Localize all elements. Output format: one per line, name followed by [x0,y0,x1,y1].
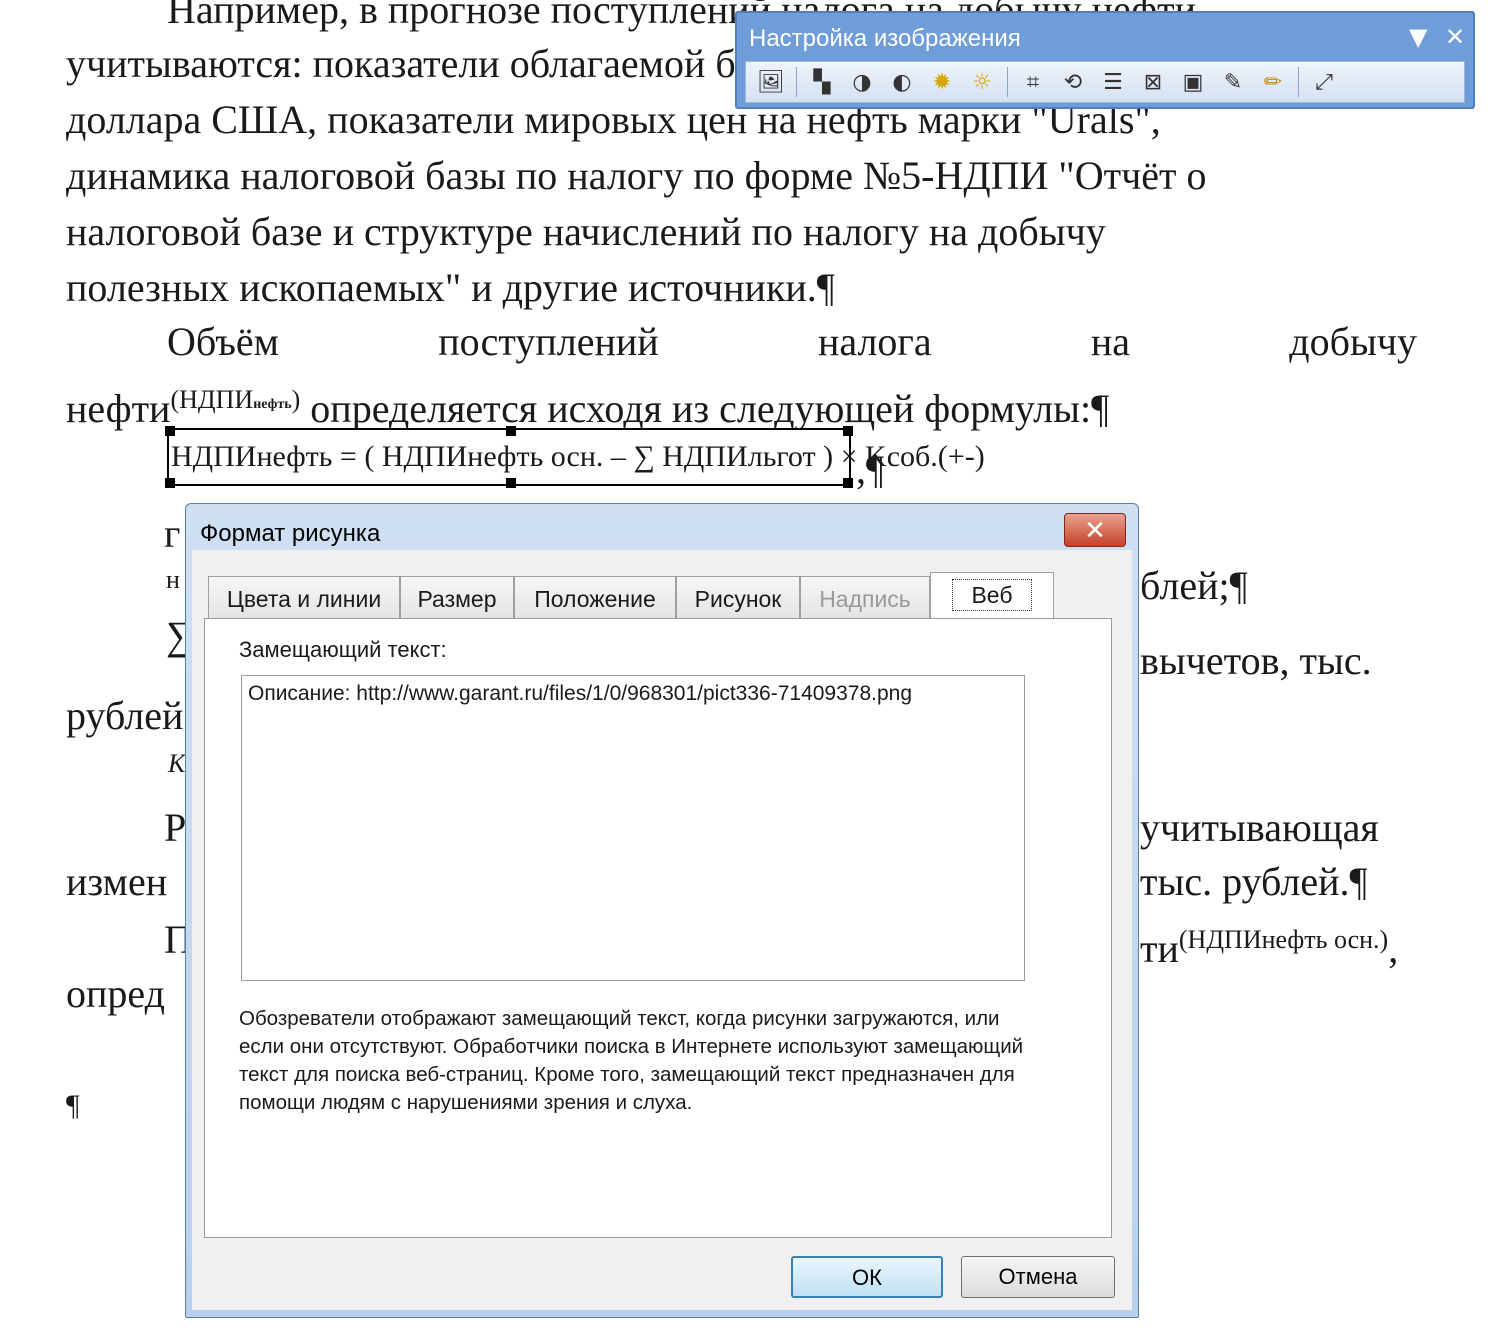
toolbar-options-icon[interactable]: ▼ [1409,23,1427,51]
text-run: , [1388,926,1399,971]
formula-trailing-text: ,¶ [856,447,885,492]
formula-paren: ) [291,385,301,414]
doc-line-6: полезных ископаемых" и другие источники.… [66,265,835,310]
picture-toolbar[interactable]: Настройка изображения ▼ ✕ 🖼 ▚ ◑ ◐ ✹ ☼ ⌗ … [735,11,1475,109]
tab-picture[interactable]: Рисунок [676,576,800,620]
text-run: ти [1140,926,1179,971]
crop-icon[interactable]: ⌗ [1016,65,1050,99]
tab-text-box: Надпись [800,576,930,620]
formula-text: (НДПИ [170,385,254,414]
word: поступлений [438,319,659,364]
less-contrast-icon[interactable]: ◐ [885,65,919,99]
alt-text-field[interactable]: Описание: http://www.garant.ru/files/1/0… [241,675,1025,981]
dialog-title: Формат рисунка [200,520,381,547]
resize-handle[interactable] [843,478,853,488]
doc-line-5: налоговой базе и структуре начислений по… [66,209,1106,254]
text-run: нефти [66,386,171,431]
format-picture-dialog[interactable]: Формат рисунка ✕ Цвета и линии Размер По… [185,503,1139,1318]
format-picture-icon[interactable]: ✎ [1216,65,1250,99]
word: добычу [1289,319,1417,364]
doc-fragment: н [166,565,180,594]
toolbar-close-icon[interactable]: ✕ [1445,23,1465,51]
less-brightness-icon[interactable]: ☼ [965,65,999,99]
word: Объём [167,319,279,364]
toolbar-title: Настройка изображения [749,25,1021,52]
doc-fragment: тыс. рублей.¶ [1140,859,1368,904]
doc-fragment: ти(НДПИнефть осн.), [1140,916,1398,973]
text-run: определяется исходя из следующей формулы… [310,386,1110,431]
more-brightness-icon[interactable]: ✹ [925,65,959,99]
resize-handle[interactable] [506,478,516,488]
doc-fragment: блей;¶ [1140,563,1248,608]
doc-fragment: K [168,749,186,778]
selected-formula-image[interactable]: НДПИнефть = ( НДПИнефть осн. – ∑ НДПИльг… [165,426,985,488]
inline-formula: (НДПИнефть) [170,385,300,414]
more-contrast-icon[interactable]: ◑ [845,65,879,99]
doc-fragment: рублей [66,693,184,738]
reset-picture-icon[interactable]: ⤢ [1307,65,1341,99]
doc-fragment: г [164,511,181,556]
close-icon[interactable]: ✕ [1064,513,1126,547]
inline-formula: (НДПИнефть осн.) [1178,925,1389,954]
tab-web[interactable]: Веб [930,572,1054,620]
tab-colors-lines[interactable]: Цвета и линии [208,576,400,620]
tab-web-label: Веб [952,579,1032,611]
web-tab-panel: Замещающий текст: Описание: http://www.g… [204,618,1112,1238]
tab-position[interactable]: Положение [514,576,676,620]
resize-handle[interactable] [843,426,853,436]
doc-fragment: опред [66,971,165,1016]
toolbar-separator [1007,67,1008,97]
text-wrapping-icon[interactable]: ▣ [1176,65,1210,99]
word: на [1090,319,1131,364]
set-transparent-color-icon[interactable]: ✏ [1256,65,1290,99]
toolbar-separator [1298,67,1299,97]
toolbar-separator [796,67,797,97]
cancel-button[interactable]: Отмена [961,1256,1115,1298]
doc-paragraph-2-line-2: нефти(НДПИнефть) определяется исходя из … [66,376,1109,433]
resize-handle[interactable] [165,478,175,488]
formula-subscript: нефть [253,397,292,412]
insert-picture-icon[interactable]: 🖼 [754,65,788,99]
resize-handle[interactable] [506,426,516,436]
line-style-icon[interactable]: ☰ [1096,65,1130,99]
rotate-left-icon[interactable]: ⟲ [1056,65,1090,99]
resize-handle[interactable] [165,426,175,436]
tab-size[interactable]: Размер [400,576,514,620]
doc-fragment: вычетов, тыс. [1140,638,1372,683]
dialog-body: Цвета и линии Размер Положение Рисунок Н… [192,550,1132,1310]
pilcrow-mark: ¶ [66,1089,80,1122]
doc-fragment: измен [66,859,168,904]
word: налога [817,319,932,364]
compress-pictures-icon[interactable]: ⊠ [1136,65,1170,99]
alt-text-help: Обозреватели отображают замещающий текст… [239,1007,1024,1114]
doc-fragment: Р [164,805,187,850]
doc-line-4: динамика налоговой базы по налогу по фор… [66,153,1207,198]
alt-text-label: Замещающий текст: [239,637,447,662]
ok-button[interactable]: ОК [791,1256,943,1298]
doc-paragraph-2-line-1: Объём поступлений налога на добычу [167,318,1417,366]
toolbar-buttons: 🖼 ▚ ◑ ◐ ✹ ☼ ⌗ ⟲ ☰ ⊠ ▣ ✎ ✏ ⤢ [745,61,1465,103]
doc-fragment: учитывающая [1140,805,1379,850]
color-icon[interactable]: ▚ [805,65,839,99]
